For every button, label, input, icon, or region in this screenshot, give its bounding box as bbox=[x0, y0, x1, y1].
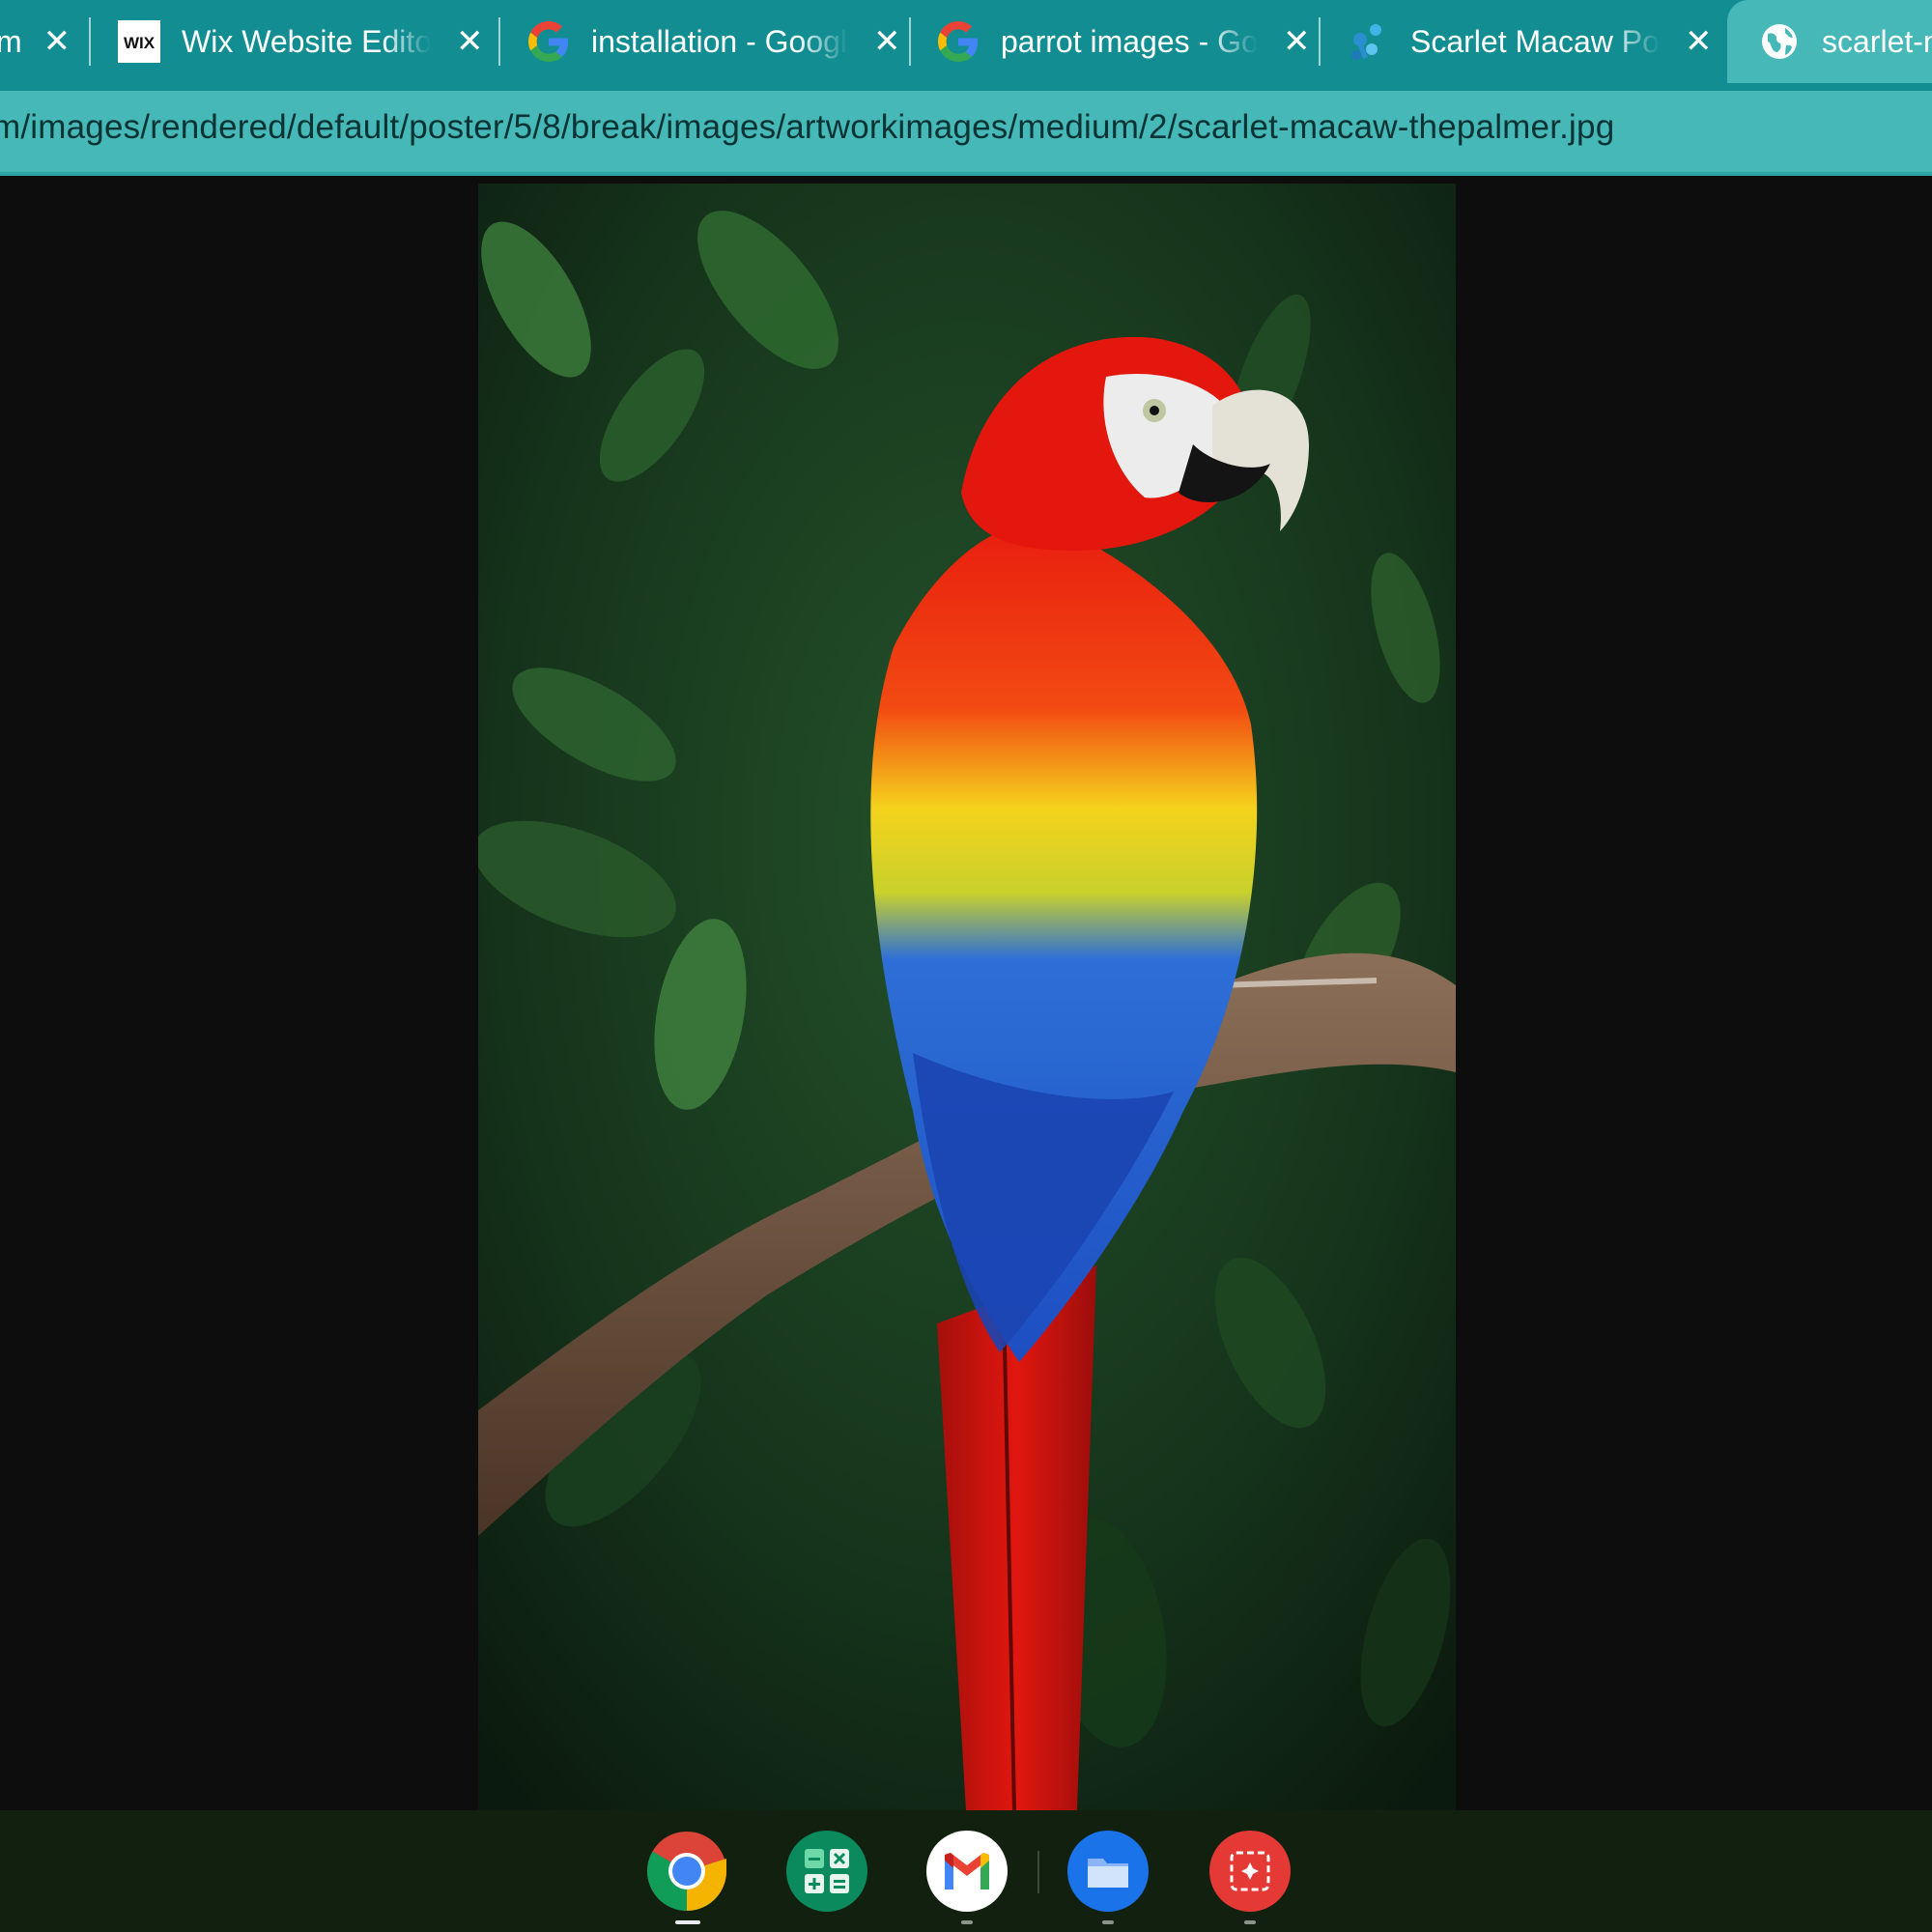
shelf bbox=[0, 1810, 1932, 1932]
globe-icon bbox=[1758, 20, 1801, 63]
chrome-app-icon[interactable] bbox=[645, 1830, 728, 1913]
calculator-app-icon[interactable] bbox=[785, 1830, 868, 1913]
url-text[interactable]: m/images/rendered/default/poster/5/8/bre… bbox=[0, 108, 1614, 147]
tab-close-icon[interactable]: ✕ bbox=[873, 25, 901, 58]
tab-close-icon[interactable]: ✕ bbox=[1283, 25, 1311, 58]
tab-title: scarlet-macaw-thepalmer.jpg bbox=[1822, 23, 1932, 59]
tab-title: m bbox=[0, 23, 22, 59]
google-g-icon bbox=[527, 20, 570, 63]
tab-wix[interactable]: WIX Wix Website Editor ✕ bbox=[118, 0, 484, 83]
tab-close-icon[interactable]: ✕ bbox=[456, 25, 484, 58]
tab-installation-google[interactable]: installation - Google ✕ bbox=[527, 0, 901, 83]
tab-active-image[interactable]: scarlet-macaw-thepalmer.jpg bbox=[1727, 0, 1932, 83]
chrome-running-indicator bbox=[675, 1920, 700, 1924]
tab-close-icon[interactable]: ✕ bbox=[43, 25, 71, 58]
tab-title: installation - Google bbox=[591, 23, 848, 59]
gmail-running-indicator bbox=[961, 1920, 973, 1924]
tab-title: Scarlet Macaw Poster bbox=[1410, 23, 1660, 59]
tab-parrot-images-google[interactable]: parrot images - Google ✕ bbox=[937, 0, 1311, 83]
files-running-indicator bbox=[1102, 1920, 1114, 1924]
tab-title: Wix Website Editor bbox=[182, 23, 431, 59]
screencast-app-icon[interactable] bbox=[1208, 1830, 1292, 1913]
tab-title: parrot images - Google bbox=[1001, 23, 1258, 59]
files-app-icon[interactable] bbox=[1066, 1830, 1150, 1913]
screencast-running-indicator bbox=[1244, 1920, 1256, 1924]
tab-separator bbox=[1319, 17, 1321, 66]
tab-close-icon[interactable]: ✕ bbox=[1685, 25, 1713, 58]
tab-separator bbox=[909, 17, 911, 66]
google-g-icon bbox=[937, 20, 980, 63]
tab-scarlet-macaw-poster[interactable]: Scarlet Macaw Poster ✕ bbox=[1347, 0, 1713, 83]
fineart-logo-icon bbox=[1347, 20, 1389, 63]
macaw-photo bbox=[478, 184, 1456, 1810]
wix-logo-icon: WIX bbox=[118, 20, 160, 63]
gmail-app-icon[interactable] bbox=[925, 1830, 1009, 1913]
wix-logo-text: WIX bbox=[124, 34, 156, 52]
image-viewer bbox=[0, 176, 1932, 1810]
address-bar[interactable]: m/images/rendered/default/poster/5/8/bre… bbox=[0, 91, 1932, 176]
tab-strip: m ✕ WIX Wix Website Editor ✕ installatio… bbox=[0, 0, 1932, 91]
tab-separator bbox=[89, 17, 91, 66]
shelf-divider bbox=[1037, 1851, 1039, 1893]
tab-partial[interactable]: m ✕ bbox=[0, 0, 71, 83]
tab-separator bbox=[498, 17, 500, 66]
